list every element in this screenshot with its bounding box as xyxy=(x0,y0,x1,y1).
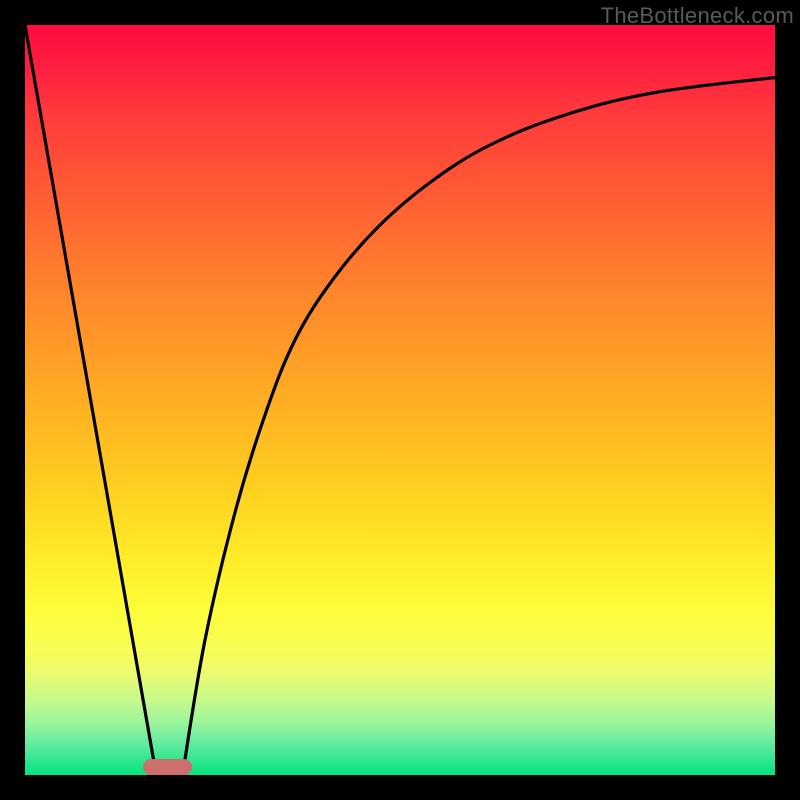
curve-layer xyxy=(25,25,775,775)
chart-frame: TheBottleneck.com xyxy=(0,0,800,800)
right-curve-line xyxy=(183,78,776,776)
watermark-text: TheBottleneck.com xyxy=(601,3,794,29)
plot-area xyxy=(25,25,775,775)
min-marker xyxy=(143,759,192,776)
left-slope-line xyxy=(25,25,156,775)
